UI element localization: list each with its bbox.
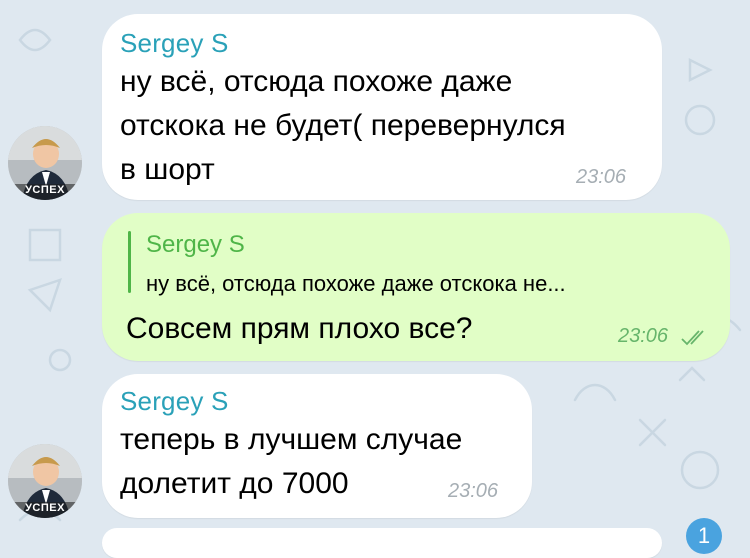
message-bubble-incoming[interactable]: Sergey S ну всё, отсюда похоже даже отск…	[102, 14, 662, 200]
message-text-line: в шорт	[120, 153, 215, 186]
message-text-line: долетит до 7000	[120, 467, 349, 500]
avatar-caption: УСПЕХ	[25, 184, 65, 196]
message-timestamp: 23:06	[576, 166, 627, 188]
message-text-line: отскока не будет( перевернулся	[120, 109, 566, 142]
message-bubble-incoming[interactable]: Sergey S теперь в лучшем случае долетит …	[102, 374, 532, 518]
double-check-icon	[681, 330, 704, 346]
message-text-line: теперь в лучшем случае	[120, 423, 463, 456]
message-bubble-outgoing[interactable]: Sergey S ну всё, отсюда похоже даже отск…	[102, 213, 730, 361]
reply-quote-bar	[128, 231, 131, 293]
message-timestamp: 23:06	[448, 480, 499, 502]
avatar-caption: УСПЕХ	[25, 502, 65, 514]
message-bubble-partial[interactable]	[102, 528, 662, 558]
message-sender-name[interactable]: Sergey S	[120, 386, 229, 417]
reply-sender-name[interactable]: Sergey S	[146, 231, 245, 259]
sender-avatar[interactable]: УСПЕХ	[8, 126, 82, 200]
message-timestamp: 23:06	[618, 325, 669, 347]
reply-preview-text[interactable]: ну всё, отсюда похоже даже отскока не...	[146, 271, 566, 297]
message-text: Совсем прям плохо все?	[126, 312, 473, 345]
sender-avatar[interactable]: УСПЕХ	[8, 444, 82, 518]
message-sender-name[interactable]: Sergey S	[120, 28, 229, 59]
message-text-line: ну всё, отсюда похоже даже	[120, 65, 513, 98]
unread-count-badge[interactable]: 1	[686, 518, 722, 554]
